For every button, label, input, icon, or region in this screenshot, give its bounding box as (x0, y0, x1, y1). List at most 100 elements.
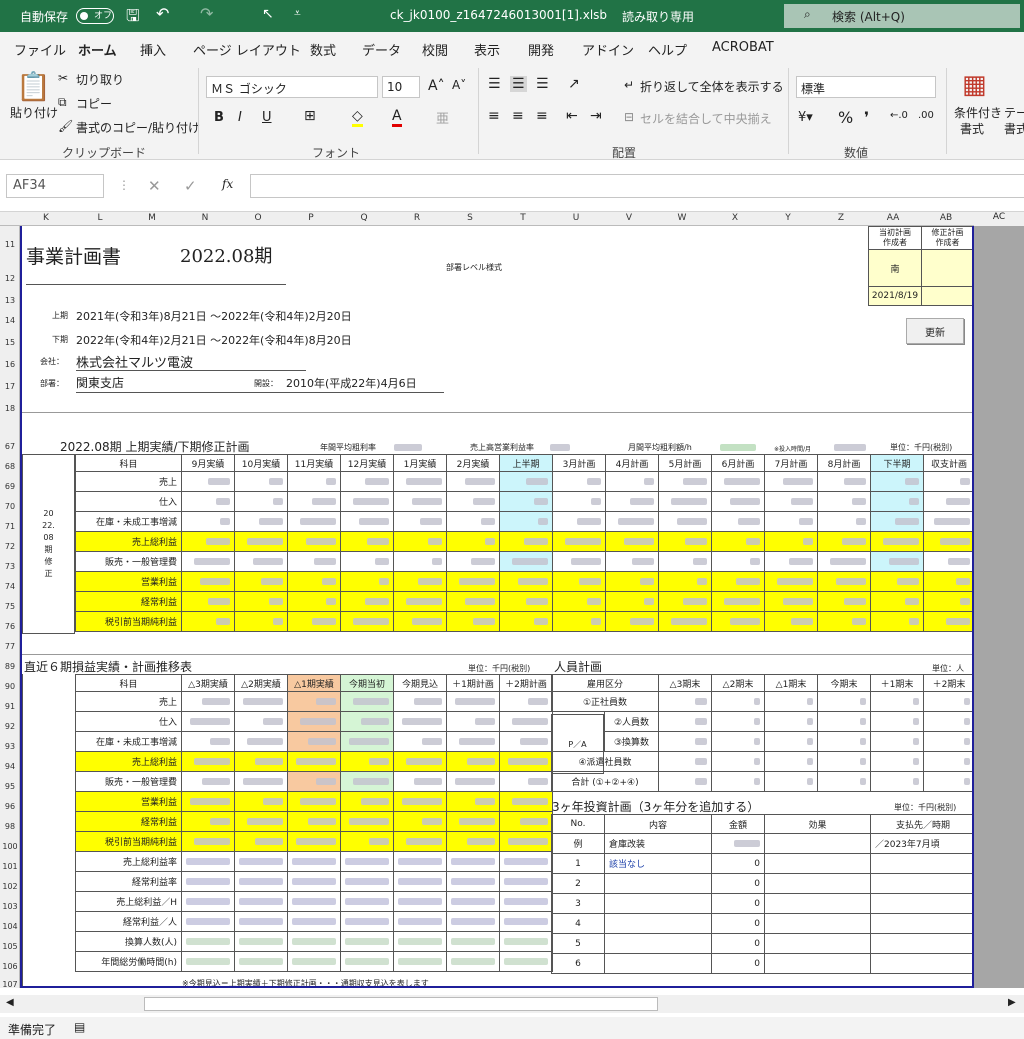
monthly-value-cell[interactable] (234, 551, 288, 572)
monthly-value-cell[interactable] (552, 591, 606, 612)
enter-icon[interactable]: ✓ (184, 177, 197, 195)
six-period-value-cell[interactable] (446, 691, 500, 712)
monthly-value-cell[interactable] (340, 611, 394, 632)
investment-effect-cell[interactable] (764, 953, 871, 974)
monthly-value-cell[interactable] (870, 551, 924, 572)
scroll-left-icon[interactable]: ◀ (6, 997, 14, 1008)
six-period-value-cell[interactable] (340, 911, 394, 932)
investment-amount-cell[interactable]: 0 (711, 933, 765, 954)
six-period-value-cell[interactable] (340, 731, 394, 752)
tab-view[interactable]: 表示 (474, 40, 500, 59)
monthly-value-cell[interactable] (764, 611, 818, 632)
column-header[interactable]: P (301, 213, 321, 223)
monthly-value-cell[interactable] (393, 531, 447, 552)
investment-no-cell[interactable]: 5 (551, 933, 605, 954)
six-period-value-cell[interactable] (499, 851, 553, 872)
six-period-value-cell[interactable] (393, 771, 447, 792)
monthly-value-cell[interactable] (287, 471, 341, 492)
format-painter-icon[interactable]: 🖌 (58, 119, 73, 133)
column-header[interactable]: O (248, 213, 268, 223)
monthly-value-cell[interactable] (446, 571, 500, 592)
row-header[interactable]: 76 (0, 622, 20, 631)
investment-no-cell[interactable]: 4 (551, 913, 605, 934)
staffing-value-cell[interactable] (870, 691, 924, 712)
monthly-value-cell[interactable] (658, 471, 712, 492)
six-period-value-cell[interactable] (393, 851, 447, 872)
six-period-value-cell[interactable] (234, 851, 288, 872)
monthly-value-cell[interactable] (287, 571, 341, 592)
tab-file[interactable]: ファイル (14, 40, 66, 59)
six-period-value-cell[interactable] (234, 711, 288, 732)
monthly-value-cell[interactable] (393, 591, 447, 612)
monthly-value-cell[interactable] (923, 491, 972, 512)
increase-decimal-icon[interactable]: ←.0 (890, 110, 908, 121)
shrink-font-icon[interactable]: A˅ (452, 78, 466, 92)
investment-content-cell[interactable] (604, 913, 712, 934)
six-period-value-cell[interactable] (340, 831, 394, 852)
six-period-value-cell[interactable] (340, 851, 394, 872)
six-period-value-cell[interactable] (234, 911, 288, 932)
investment-content-cell[interactable] (604, 933, 712, 954)
monthly-value-cell[interactable] (658, 491, 712, 512)
monthly-value-cell[interactable] (340, 511, 394, 532)
row-header[interactable]: 15 (0, 338, 20, 347)
font-size-select[interactable]: 10 (382, 76, 420, 98)
six-period-value-cell[interactable] (181, 871, 235, 892)
staffing-value-cell[interactable] (923, 711, 972, 732)
six-period-value-cell[interactable] (181, 951, 235, 972)
monthly-value-cell[interactable] (711, 571, 765, 592)
six-period-value-cell[interactable] (287, 851, 341, 872)
six-period-value-cell[interactable] (181, 911, 235, 932)
staffing-value-cell[interactable] (711, 691, 765, 712)
tab-addins[interactable]: アドイン (582, 40, 634, 59)
six-period-value-cell[interactable] (181, 751, 235, 772)
investment-no-cell[interactable]: 2 (551, 873, 605, 894)
monthly-value-cell[interactable] (181, 551, 235, 572)
monthly-value-cell[interactable] (605, 611, 659, 632)
investment-effect-cell[interactable] (764, 873, 871, 894)
monthly-value-cell[interactable] (552, 471, 606, 492)
monthly-value-cell[interactable] (711, 471, 765, 492)
investment-example-cell[interactable]: 倉庫改装 (604, 833, 712, 854)
six-period-value-cell[interactable] (499, 831, 553, 852)
monthly-value-cell[interactable] (552, 571, 606, 592)
staffing-value-cell[interactable] (817, 751, 871, 772)
merge-center-button[interactable]: セルを結合して中央揃え (640, 110, 772, 127)
monthly-value-cell[interactable] (287, 531, 341, 552)
six-period-value-cell[interactable] (499, 891, 553, 912)
six-period-value-cell[interactable] (181, 731, 235, 752)
cancel-icon[interactable]: ✕ (148, 177, 161, 195)
six-period-value-cell[interactable] (340, 711, 394, 732)
decrease-indent-icon[interactable]: ⇤ (566, 108, 578, 124)
investment-payment-cell[interactable] (870, 953, 972, 974)
six-period-value-cell[interactable] (287, 751, 341, 772)
row-header[interactable]: 104 (0, 922, 20, 931)
six-period-value-cell[interactable] (287, 891, 341, 912)
six-period-value-cell[interactable] (340, 751, 394, 772)
monthly-value-cell[interactable] (234, 611, 288, 632)
investment-amount-cell[interactable]: 0 (711, 873, 765, 894)
staffing-value-cell[interactable] (923, 731, 972, 752)
investment-payment-cell[interactable] (870, 893, 972, 914)
six-period-value-cell[interactable] (446, 851, 500, 872)
monthly-value-cell[interactable] (393, 551, 447, 572)
staffing-value-cell[interactable] (658, 731, 712, 752)
monthly-value-cell[interactable] (605, 491, 659, 512)
investment-amount-cell[interactable]: 0 (711, 853, 765, 874)
phonetic-icon[interactable]: 亜 (436, 108, 449, 127)
row-header[interactable]: 102 (0, 882, 20, 891)
six-period-value-cell[interactable] (234, 931, 288, 952)
six-period-value-cell[interactable] (287, 791, 341, 812)
merge-center-icon[interactable]: ⊟ (624, 110, 634, 124)
six-period-value-cell[interactable] (499, 691, 553, 712)
monthly-value-cell[interactable] (658, 571, 712, 592)
staffing-value-cell[interactable] (764, 751, 818, 772)
six-period-value-cell[interactable] (446, 931, 500, 952)
tab-data[interactable]: データ (362, 40, 401, 59)
worksheet-area[interactable]: 事業計画書 2022.08期 部署レベル様式 当初計画 作成者 修正計画 作成者… (20, 226, 974, 988)
readonly-mode[interactable]: 読み取り専用 (622, 8, 694, 25)
monthly-value-cell[interactable] (817, 551, 871, 572)
monthly-value-cell[interactable] (446, 531, 500, 552)
row-header[interactable]: 18 (0, 404, 20, 413)
paste-icon[interactable]: 📋 (16, 70, 51, 103)
